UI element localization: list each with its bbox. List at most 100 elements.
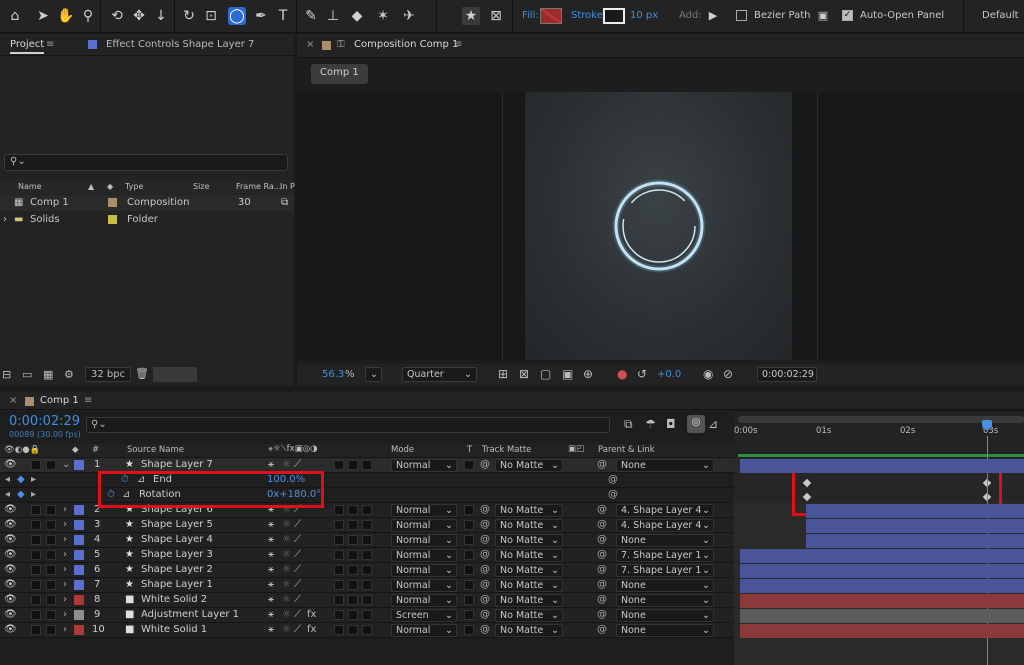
mode-dropdown[interactable]: Normal ⌄ xyxy=(391,594,457,607)
lock-switch[interactable] xyxy=(46,610,56,620)
solo-switch[interactable] xyxy=(31,610,41,620)
layer-name[interactable]: Shape Layer 7 xyxy=(141,459,213,470)
preserve-transparency-switch[interactable] xyxy=(464,550,474,560)
frame-blend-switch[interactable] xyxy=(334,535,344,545)
lock-switch[interactable] xyxy=(46,460,56,470)
lock-switch[interactable] xyxy=(46,505,56,515)
matte-pickwhip-icon[interactable]: @ xyxy=(480,624,490,635)
mode-dropdown[interactable]: Normal ⌄ xyxy=(391,579,457,592)
preserve-transparency-switch[interactable] xyxy=(464,580,474,590)
layer-duration-bar[interactable] xyxy=(740,609,1024,623)
col-source-name[interactable]: Source Name xyxy=(127,445,184,455)
mode-dropdown[interactable]: Normal ⌄ xyxy=(391,624,457,637)
layer-duration-bar[interactable] xyxy=(806,504,1024,518)
star-tool-icon[interactable]: ★ xyxy=(462,7,480,25)
layer-row[interactable]: 👁 › 7 ★ Shape Layer 1 ⚹ ☼ ⟋ Normal ⌄ @ No Matte ⌄ @ No… xyxy=(0,578,734,593)
lock-icon[interactable]: ⚿ xyxy=(337,39,345,50)
flowchart-icon[interactable]: ⧉ xyxy=(281,197,288,208)
collapse-switch-icon[interactable]: ☼ xyxy=(282,519,291,530)
motion-blur-switch[interactable] xyxy=(348,520,358,530)
parent-dropdown[interactable]: 7. Shape Layer 1 ⌄ xyxy=(616,549,714,562)
motion-blur-switch[interactable] xyxy=(348,535,358,545)
expand-icon[interactable]: › xyxy=(63,564,67,575)
rotation-tool-icon[interactable]: ↻ xyxy=(180,7,198,25)
frame-blend-switch[interactable] xyxy=(334,565,344,575)
col-parent[interactable]: Parent & Link xyxy=(598,445,655,455)
effects-switch-icon[interactable]: fx xyxy=(307,609,316,620)
label-swatch[interactable] xyxy=(74,505,84,515)
matte-pickwhip-icon[interactable]: @ xyxy=(480,549,490,560)
visibility-eye-icon[interactable]: 👁 xyxy=(4,579,17,590)
preserve-transparency-switch[interactable] xyxy=(464,520,474,530)
track-matte-dropdown[interactable]: No Matte ⌄ xyxy=(495,549,563,562)
orbit-camera-icon[interactable]: ⟲ xyxy=(108,7,126,25)
3d-layer-switch[interactable] xyxy=(362,520,372,530)
motion-blur-switch[interactable] xyxy=(348,505,358,515)
motion-blur-switch[interactable] xyxy=(348,625,358,635)
playhead-handle[interactable] xyxy=(982,420,992,430)
prev-keyframe-icon[interactable]: ◂ xyxy=(5,489,10,500)
parent-pickwhip-icon[interactable]: @ xyxy=(597,564,607,575)
panel-menu-icon[interactable]: ≡ xyxy=(84,395,92,406)
close-tab-icon[interactable]: × xyxy=(9,395,17,406)
time-ruler[interactable]: 0:00s 01s 02s 03s xyxy=(734,412,1024,458)
solo-switch[interactable] xyxy=(31,520,41,530)
preserve-transparency-switch[interactable] xyxy=(464,595,474,605)
frame-blend-switch[interactable] xyxy=(334,580,344,590)
parent-pickwhip-icon[interactable]: @ xyxy=(597,519,607,530)
tab-composition[interactable]: Composition Comp 1 xyxy=(354,39,458,50)
project-settings-icon[interactable]: ⚙ xyxy=(64,368,74,381)
label-swatch[interactable] xyxy=(74,460,84,470)
solo-switch[interactable] xyxy=(31,625,41,635)
shy-switch-icon[interactable]: ⚹ xyxy=(268,549,274,560)
parent-dropdown[interactable]: None ⌄ xyxy=(616,579,714,592)
show-snapshot-icon[interactable]: ⊘ xyxy=(723,367,733,381)
next-keyframe-icon[interactable]: ▸ xyxy=(31,474,36,485)
collapse-switch-icon[interactable]: ☼ xyxy=(282,609,291,620)
expand-icon[interactable]: › xyxy=(63,549,67,560)
lock-switch[interactable] xyxy=(46,625,56,635)
shy-switch-icon[interactable]: ⚹ xyxy=(268,594,274,605)
expand-icon[interactable]: › xyxy=(63,579,67,590)
parent-dropdown[interactable]: None ⌄ xyxy=(616,534,714,547)
label-swatch[interactable] xyxy=(74,625,84,635)
preserve-transparency-switch[interactable] xyxy=(464,625,474,635)
bezier-checkbox[interactable] xyxy=(736,10,747,21)
layer-duration-bar[interactable] xyxy=(740,594,1024,608)
collapse-switch-icon[interactable]: ☼ xyxy=(282,594,291,605)
layer-row[interactable]: 👁 › 6 ★ Shape Layer 2 ⚹ ☼ ⟋ Normal ⌄ @ No Matte ⌄ @7.… xyxy=(0,563,734,578)
snapshot-icon[interactable]: ◉ xyxy=(703,367,713,381)
clone-tool-icon[interactable]: ⊥ xyxy=(324,7,342,25)
label-swatch[interactable] xyxy=(74,610,84,620)
motion-blur-switch[interactable] xyxy=(348,580,358,590)
shy-layers-icon[interactable]: ◘ xyxy=(666,417,676,431)
expand-icon[interactable]: › xyxy=(63,609,67,620)
channel-icon[interactable]: ● xyxy=(617,367,627,381)
lock-switch[interactable] xyxy=(46,535,56,545)
frame-blend-switch[interactable] xyxy=(334,610,344,620)
matte-pickwhip-icon[interactable]: @ xyxy=(480,519,490,530)
col-frame-rate[interactable]: Frame Ra... xyxy=(236,182,281,191)
region-icon[interactable]: ▣ xyxy=(562,367,573,381)
col-mode[interactable]: Mode xyxy=(391,445,414,455)
tab-project[interactable]: Project xyxy=(10,39,45,54)
3d-layer-switch[interactable] xyxy=(362,565,372,575)
mode-dropdown[interactable]: Screen ⌄ xyxy=(391,609,457,622)
motion-blur-switch[interactable] xyxy=(348,595,358,605)
3d-layer-switch[interactable] xyxy=(362,550,372,560)
mode-dropdown[interactable]: Normal ⌄ xyxy=(391,564,457,577)
parent-pickwhip-icon[interactable]: @ xyxy=(597,549,607,560)
layer-name[interactable]: Shape Layer 1 xyxy=(141,579,213,590)
layer-duration-bar[interactable] xyxy=(740,624,1024,638)
matte-pickwhip-icon[interactable]: @ xyxy=(480,594,490,605)
mask-visibility-icon[interactable]: ▢ xyxy=(540,367,551,381)
panel-menu-icon[interactable]: ≡ xyxy=(454,39,462,50)
hand-tool-icon[interactable]: ✋ xyxy=(57,7,75,25)
collapse-switch-icon[interactable]: ☼ xyxy=(282,564,291,575)
track-matte-dropdown[interactable]: No Matte ⌄ xyxy=(495,534,563,547)
new-folder-icon[interactable]: ▭ xyxy=(22,368,32,381)
stroke-swatch[interactable] xyxy=(603,8,625,24)
zoom-dropdown[interactable]: ⌄ xyxy=(365,367,382,382)
solo-switch[interactable] xyxy=(31,565,41,575)
col-type[interactable]: Type xyxy=(125,182,143,191)
